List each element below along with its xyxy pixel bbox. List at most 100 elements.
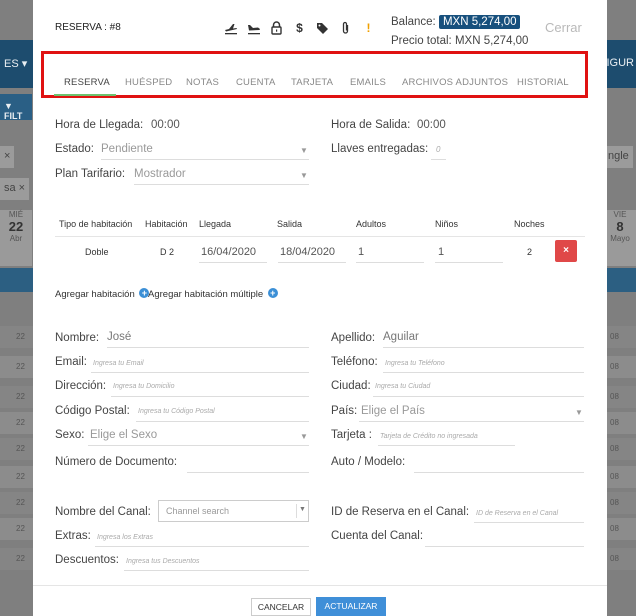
card-underline: [378, 445, 515, 446]
first-name-underline: [107, 347, 309, 348]
status-chevron-down-icon: ▼: [300, 146, 308, 155]
address-underline: [111, 396, 309, 397]
phone-label: Teléfono:: [331, 356, 378, 368]
background-row: 22: [0, 326, 33, 348]
background-row: 22: [0, 548, 33, 570]
delete-room-button[interactable]: ×: [555, 240, 577, 262]
extras-label: Extras:: [55, 530, 91, 542]
city-label: Ciudad:: [331, 380, 371, 392]
add-room-link[interactable]: Agregar habitación +: [55, 288, 150, 300]
plane-arrive-icon[interactable]: [246, 20, 261, 36]
arrival-date-underline: [199, 262, 267, 263]
total-value: MXN 5,274,00: [454, 35, 529, 47]
rate-plan-select[interactable]: Mostrador: [134, 168, 186, 180]
tab-emails[interactable]: EMAILS: [350, 77, 386, 88]
tab-notas[interactable]: NOTAS: [186, 77, 219, 88]
background-strip: [0, 268, 33, 292]
table-header: Llegada: [199, 219, 232, 229]
city-underline: [373, 396, 584, 397]
tab-historial[interactable]: HISTORIAL: [517, 77, 569, 88]
active-tab-indicator: [54, 94, 116, 96]
balance-row: Balance: MXN 5,274,00: [391, 15, 521, 29]
balance-value: MXN 5,274,00: [438, 15, 521, 29]
background-calendar-day: VIE 8 Mayo: [604, 210, 636, 266]
plane-depart-icon[interactable]: [223, 20, 238, 36]
lock-icon[interactable]: [269, 20, 284, 36]
close-button[interactable]: Cerrar: [545, 20, 582, 35]
channel-search-select[interactable]: Channel search ▼: [158, 500, 309, 522]
background-chip: ngle: [604, 146, 633, 168]
arrival-time-input[interactable]: 00:00: [151, 119, 180, 131]
keys-label: Llaves entregadas:: [331, 143, 429, 155]
sex-select[interactable]: Elige el Sexo: [90, 429, 157, 441]
adults-input[interactable]: 1: [358, 246, 364, 258]
email-input[interactable]: Ingresa tu Email: [93, 360, 144, 367]
adults-underline: [356, 262, 424, 263]
background-row: 22: [0, 356, 33, 378]
background-row: 22: [0, 412, 33, 434]
rate-underline: [134, 184, 309, 185]
status-select[interactable]: Pendiente: [101, 143, 153, 155]
city-input[interactable]: Ingresa tu Ciudad: [375, 383, 430, 390]
car-model-input[interactable]: [414, 472, 584, 473]
address-input[interactable]: Ingresa tu Domicilio: [113, 383, 174, 390]
card-label: Tarjeta :: [331, 429, 372, 441]
room-type-cell: Doble: [85, 247, 109, 257]
car-model-label: Auto / Modelo:: [331, 456, 406, 468]
total-label: Precio total:: [391, 35, 452, 47]
footer-divider: [33, 585, 607, 586]
update-button[interactable]: ACTUALIZAR: [316, 597, 386, 616]
table-header: Adultos: [356, 219, 387, 229]
channel-account-input[interactable]: [425, 546, 584, 547]
last-name-input[interactable]: Aguilar: [383, 331, 419, 343]
phone-input[interactable]: Ingresa tu Teléfono: [385, 360, 445, 367]
paperclip-icon[interactable]: [338, 20, 353, 36]
channel-reservation-id-label: ID de Reserva en el Canal:: [331, 506, 470, 518]
first-name-label: Nombre:: [55, 332, 100, 344]
document-number-input[interactable]: [187, 472, 309, 473]
zip-underline: [136, 421, 309, 422]
sex-chevron-down-icon: ▼: [300, 432, 308, 441]
keys-input[interactable]: 0: [436, 145, 440, 154]
sex-label: Sexo:: [55, 429, 85, 441]
add-multiple-room-link[interactable]: Agregar habitación múltiple +: [148, 288, 278, 300]
tab-cuenta[interactable]: CUENTA: [236, 77, 276, 88]
tab-tarjeta[interactable]: TARJETA: [291, 77, 333, 88]
background-row: 22: [0, 518, 33, 540]
zip-label: Código Postal:: [55, 405, 130, 417]
zip-input[interactable]: Ingresa tu Código Postal: [138, 408, 215, 415]
arrival-date-input[interactable]: 16/04/2020: [201, 246, 256, 258]
address-label: Dirección:: [55, 380, 107, 392]
discounts-input[interactable]: Ingresa tus Descuentos: [126, 558, 200, 565]
cancel-button[interactable]: CANCELAR: [251, 598, 311, 616]
tab-archivos-adjuntos[interactable]: ARCHIVOS ADJUNTOS: [402, 77, 508, 88]
card-input[interactable]: Tarjeta de Crédito no ingresada: [380, 433, 478, 440]
tab-reserva[interactable]: RESERVA: [64, 77, 110, 88]
background-chip: ×: [0, 146, 15, 168]
reservation-modal: RESERVA : #8 $ ! Balance: MXN 5,274,00 P…: [33, 0, 607, 616]
email-underline: [91, 372, 309, 373]
tag-icon[interactable]: [315, 20, 330, 36]
departure-time-label: Hora de Salida:: [331, 119, 411, 131]
background-row: 08: [607, 466, 636, 488]
reservation-title: RESERVA : #8: [55, 22, 121, 33]
country-label: País:: [331, 405, 358, 417]
channel-reservation-id-underline: [474, 522, 584, 523]
departure-date-input[interactable]: 18/04/2020: [280, 246, 335, 258]
country-select[interactable]: Elige el País: [361, 405, 425, 417]
dollar-icon[interactable]: $: [292, 20, 307, 36]
background-row: 22: [0, 492, 33, 514]
children-input[interactable]: 1: [438, 246, 444, 258]
tabs-highlight-box: RESERVA HUÉSPED NOTAS CUENTA TARJETA EMA…: [41, 51, 588, 98]
tab-huesped[interactable]: HUÉSPED: [125, 77, 172, 88]
discounts-underline: [124, 570, 309, 571]
arrival-time-label: Hora de Llegada:: [55, 119, 144, 131]
table-header: Tipo de habitación: [59, 219, 133, 229]
channel-reservation-id-input[interactable]: ID de Reserva en el Canal: [476, 510, 558, 517]
modal-header: RESERVA : #8 $ ! Balance: MXN 5,274,00 P…: [33, 0, 607, 50]
background-row: 08: [607, 326, 636, 348]
extras-input[interactable]: Ingresa los Extras: [97, 534, 153, 541]
status-label: Estado:: [55, 143, 94, 155]
departure-time-input[interactable]: 00:00: [417, 119, 446, 131]
first-name-input[interactable]: José: [107, 331, 131, 343]
